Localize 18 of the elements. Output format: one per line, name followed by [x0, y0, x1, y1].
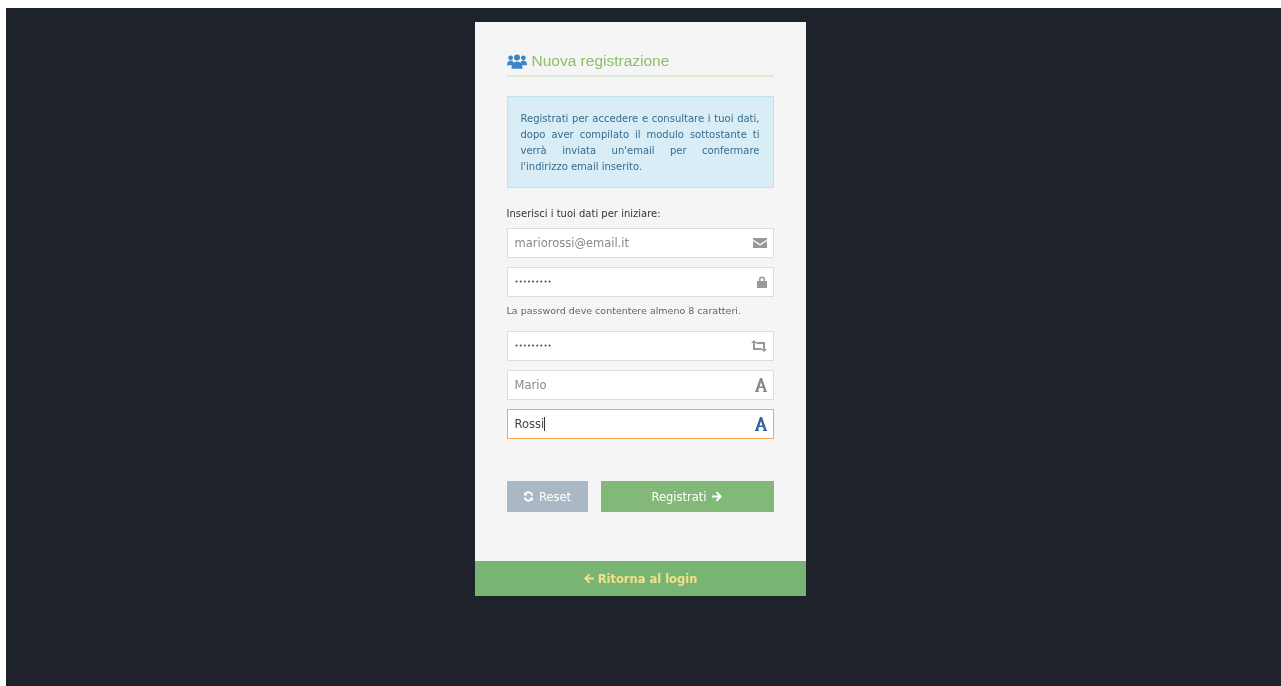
text-field[interactable]: Mario [506, 370, 774, 400]
arrow-left-icon [582, 573, 594, 584]
refresh-icon [522, 491, 534, 502]
form-prompt: Inserisci i tuoi dati per iniziare: [506, 208, 662, 219]
reset-button[interactable]: Reset [506, 481, 588, 512]
repeat-icon [750, 340, 767, 352]
arrow-right-icon [711, 491, 723, 502]
lock-icon [756, 276, 767, 288]
password-hint: La password deve contentere almeno 8 caratteri. [506, 305, 742, 316]
info-message: Registrati per accedere e consultare i tuoi dati, dopo aver compilato il modulo sottostante ti verrà inviata un'email per confermare l'indirizzo email inserito. [506, 96, 774, 188]
text-field[interactable]: Rossi [506, 409, 774, 439]
email-field[interactable]: mariorossi@email.it [506, 228, 774, 258]
font-icon [754, 378, 767, 392]
users-icon [506, 53, 527, 69]
envelope-icon [752, 238, 767, 248]
font-icon [754, 417, 767, 431]
form-title: Nuova registrazione [531, 52, 670, 70]
register-button[interactable]: Registrati [600, 481, 774, 512]
